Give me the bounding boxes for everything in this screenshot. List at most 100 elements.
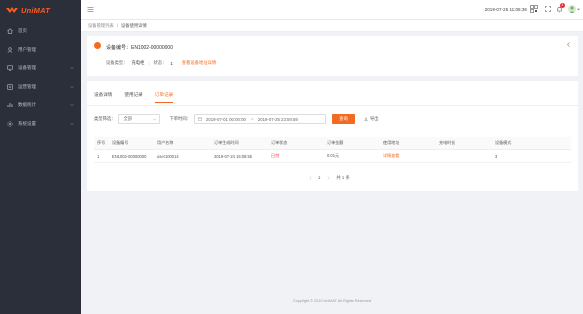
back-icon[interactable] [566,42,571,47]
user-icon [7,47,13,53]
chevron-down-icon [70,67,74,70]
device-status-label: 状态： [153,60,167,65]
column-header: 使用地址 [383,140,400,145]
breadcrumb-item[interactable]: 设备管理列表 [88,23,114,29]
sidebar-item-statistics[interactable]: 数据统计 [0,96,81,115]
export-button[interactable]: 导出 [364,116,379,122]
logo-mark-icon [6,6,18,13]
tab-order-records[interactable]: 订单记录 [154,92,174,103]
device-status-icon [94,42,101,49]
column-header: 订单生成时间 [214,140,239,145]
operation-icon [7,84,13,90]
device-info-card: 设备编号：EN1002-00000000 设备类型： 充电柜 | 状态： 1 查… [87,36,578,76]
footer-copyright: Copyright © 2019 UniMAT All Rights Reser… [292,299,372,303]
notification-badge: 4 [560,3,565,8]
pagination: 1 共 1 条 [307,174,350,181]
sidebar-item-label: 用户管理 [18,46,36,52]
tab-divider [87,105,578,106]
column-header: 订单状态 [271,140,288,145]
device-status-value: 1 [170,60,173,66]
qrcode-icon[interactable] [530,5,538,13]
device-icon [7,65,13,71]
breadcrumb-current: 设备使用详情 [120,22,147,28]
chevron-right-icon [327,175,330,180]
top-header: 2019-07-25 11:06:36 4 [81,0,583,20]
date-range-picker[interactable]: 2019-07-01 00:00:00 2019-07-25 23:59:59 [193,114,326,124]
sidebar-item-label: 运营管理 [18,83,36,89]
sidebar-item-label: 首页 [18,28,27,34]
device-type-value: 充电柜 [131,60,145,65]
sidebar-item-users[interactable]: 用户管理 [0,41,81,60]
chevron-down-icon [70,122,74,125]
prev-page-button[interactable] [307,174,313,181]
sidebar-item-home[interactable]: 首页 [0,22,81,41]
table-header: 序号 设备编号 用户名称 订单生成时间 订单状态 订单金额 使用地址 充电时长 … [94,137,571,150]
brand-logo[interactable]: UniMAT [0,0,81,20]
column-header: 订单金额 [327,140,344,145]
chevron-left-icon [308,175,311,180]
next-page-button[interactable] [325,174,331,181]
table-row: 1 EN1002-00000000 user100014 2019-07-24 … [94,150,571,163]
table-cell: 0.01元 [327,153,340,158]
sidebar: UniMAT 首页 用户管理 设备管理 运营管理 数据统计 系统设置 [0,0,81,314]
settings-icon [7,121,13,127]
home-icon [7,28,13,34]
chart-icon [7,103,13,108]
column-header: 设备模式 [495,140,512,145]
tab-device-details[interactable]: 设备详情 [94,92,112,103]
date-end-value: 2019-07-25 23:59:59 [257,116,298,122]
sidebar-item-label: 设备管理 [18,65,36,71]
type-filter-label: 类型筛选： [94,116,116,121]
orders-table: 序号 设备编号 用户名称 订单生成时间 订单状态 订单金额 使用地址 充电时长 … [94,137,571,163]
sidebar-nav: 首页 用户管理 设备管理 运营管理 数据统计 系统设置 [0,22,81,133]
breadcrumb: 设备管理列表 / 设备使用详情 [81,20,583,32]
sidebar-item-settings[interactable]: 系统设置 [0,115,81,134]
table-cell: 2019-07-24 15:08:55 [214,153,253,159]
range-arrow-icon [250,118,254,120]
brand-name: UniMAT [21,5,50,15]
fullscreen-icon[interactable] [545,6,551,12]
chevron-down-icon [70,104,74,107]
table-cell: 1 [97,153,100,159]
tab-bar: 设备详情 使用记录 订单记录 [94,92,174,103]
user-avatar[interactable] [568,5,576,13]
date-start-value: 2019-07-01 00:00:00 [205,116,246,122]
date-filter-label: 下单时间： [169,116,191,121]
download-icon [364,117,368,121]
device-type-label: 设备类型： [106,60,128,65]
breadcrumb-separator: / [116,23,118,28]
table-cell: EN1002-00000000 [112,153,147,159]
tab-usage-records[interactable]: 使用记录 [124,92,142,103]
total-count: 共 1 条 [336,174,350,180]
meta-divider: | [148,60,150,66]
type-filter-select[interactable]: 全部 [118,114,161,124]
export-button-label: 导出 [369,116,379,121]
current-page[interactable]: 1 [318,175,320,180]
sidebar-item-label: 系统设置 [18,120,36,126]
device-address-link[interactable]: 查看设备地址详情 [182,60,216,66]
caret-down-icon[interactable] [577,8,580,11]
device-meta: 设备类型： 充电柜 | 状态： 1 查看设备地址详情 [106,60,216,66]
device-title: 设备编号：EN1002-00000000 [106,45,173,51]
column-header: 充电时长 [439,140,456,145]
type-filter-value: 全部 [123,116,133,121]
sidebar-item-operations[interactable]: 运营管理 [0,78,81,97]
sidebar-item-devices[interactable]: 设备管理 [0,59,81,78]
calendar-icon [198,117,202,121]
table-cell: 3 [495,153,498,159]
filter-bar: 类型筛选： 全部 下单时间： 2019-07-01 00:00:00 2019-… [94,114,379,124]
address-detail-link[interactable]: 详情查看 [383,153,439,159]
header-datetime: 2019-07-25 11:06:36 [484,7,527,12]
chevron-down-icon [153,118,157,121]
records-card: 设备详情 使用记录 订单记录 类型筛选： 全部 下单时间： 2019-07-01… [87,81,578,191]
query-button[interactable]: 查询 [331,114,355,124]
order-status-cell: 已付 [271,153,280,158]
avatar-icon [569,6,575,13]
column-header: 设备编号 [112,140,129,145]
table-cell: user100014 [157,153,179,159]
column-header: 序号 [97,140,106,145]
sidebar-item-label: 数据统计 [18,102,36,108]
menu-toggle-icon[interactable] [87,6,94,13]
column-header: 用户名称 [157,140,174,145]
chevron-down-icon [70,85,74,88]
